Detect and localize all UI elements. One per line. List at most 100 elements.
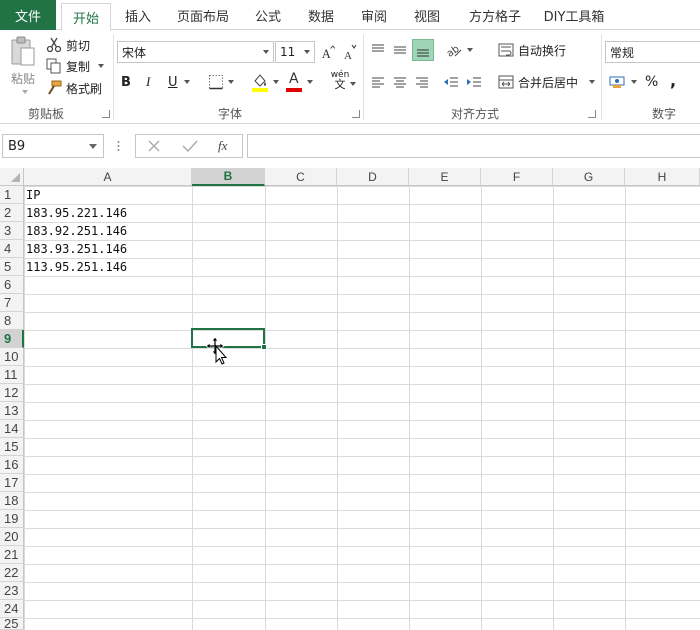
row-header-15[interactable]: 15 (0, 438, 24, 456)
font-size-combo[interactable]: 11 (275, 41, 315, 63)
cell-a1[interactable]: IP (26, 186, 40, 204)
cell-a5[interactable]: 113.95.251.146 (26, 258, 127, 276)
row-header-4[interactable]: 4 (0, 240, 24, 258)
fill-color-button[interactable] (251, 71, 279, 93)
cell-a3[interactable]: 183.92.251.146 (26, 222, 127, 240)
tab-diy-toolbox[interactable]: DIY工具箱 (540, 0, 608, 30)
row-header-19[interactable]: 19 (0, 510, 24, 528)
column-header-e[interactable]: E (409, 168, 481, 186)
align-middle-button[interactable] (392, 41, 410, 59)
tab-insert[interactable]: 插入 (115, 0, 161, 30)
row-header-13[interactable]: 13 (0, 402, 24, 420)
confirm-entry-icon[interactable] (182, 139, 198, 156)
font-color-button[interactable]: A (285, 71, 315, 93)
gridline (24, 420, 700, 421)
tab-view[interactable]: 视图 (407, 0, 447, 30)
border-button[interactable] (208, 73, 234, 91)
row-header-3[interactable]: 3 (0, 222, 24, 240)
chevron-down-icon (307, 80, 313, 84)
row-header-1[interactable]: 1 (0, 186, 24, 204)
orientation-button[interactable]: ab (445, 40, 473, 60)
align-left-button[interactable] (370, 73, 388, 91)
row-header-25[interactable]: 25 (0, 616, 24, 630)
formula-bar-grip-icon[interactable] (117, 139, 120, 153)
row-header-16[interactable]: 16 (0, 456, 24, 474)
tab-data[interactable]: 数据 (301, 0, 341, 30)
row-header-6[interactable]: 6 (0, 276, 24, 294)
percent-style-button[interactable]: % (645, 73, 661, 91)
align-center-button[interactable] (392, 73, 410, 91)
name-box-value: B9 (8, 138, 26, 154)
alignment-launcher-icon[interactable] (588, 110, 596, 118)
merge-cells-icon (498, 75, 514, 89)
column-header-b[interactable]: B (192, 168, 265, 186)
decrease-indent-button[interactable] (443, 73, 461, 91)
row-header-8[interactable]: 8 (0, 312, 24, 330)
formula-input[interactable] (247, 134, 700, 158)
row-header-17[interactable]: 17 (0, 474, 24, 492)
merge-center-button[interactable]: 合并后居中 (498, 72, 595, 92)
comma-style-button[interactable]: , (670, 71, 680, 90)
row-header-14[interactable]: 14 (0, 420, 24, 438)
select-all-button[interactable] (0, 168, 24, 186)
gridline (24, 600, 700, 601)
paste-icon (11, 36, 35, 66)
increase-font-button[interactable]: A (321, 43, 335, 61)
active-cell-b9[interactable] (191, 328, 267, 350)
underline-button[interactable]: U (168, 73, 190, 91)
align-top-button[interactable] (370, 41, 388, 59)
format-painter-button[interactable]: 格式刷 (46, 79, 102, 97)
align-center-icon (394, 77, 406, 88)
number-format-combo[interactable]: 常规 (605, 41, 700, 63)
row-header-21[interactable]: 21 (0, 546, 24, 564)
row-header-7[interactable]: 7 (0, 294, 24, 312)
align-right-button[interactable] (414, 73, 432, 91)
cancel-entry-icon[interactable] (147, 139, 161, 156)
row-header-23[interactable]: 23 (0, 582, 24, 600)
column-header-c[interactable]: C (265, 168, 337, 186)
font-launcher-icon[interactable] (352, 110, 360, 118)
tab-formulas[interactable]: 公式 (248, 0, 288, 30)
format-painter-icon (48, 80, 62, 95)
wrap-text-button[interactable]: 自动换行 (498, 40, 566, 60)
cut-button[interactable]: 剪切 (46, 36, 90, 54)
copy-button[interactable]: 复制 (46, 57, 104, 75)
align-bottom-button[interactable] (412, 39, 434, 61)
column-header-h[interactable]: H (625, 168, 700, 186)
row-header-10[interactable]: 10 (0, 348, 24, 366)
bold-button[interactable]: B (121, 73, 137, 91)
fill-handle[interactable] (261, 344, 267, 350)
italic-button[interactable]: I (146, 73, 162, 91)
decrease-font-button[interactable]: A (343, 43, 357, 61)
row-header-22[interactable]: 22 (0, 564, 24, 582)
number-group-label: 数字 (652, 107, 677, 121)
tab-home[interactable]: 开始 (61, 3, 111, 31)
column-header-d[interactable]: D (337, 168, 409, 186)
row-header-11[interactable]: 11 (0, 366, 24, 384)
cell-a2[interactable]: 183.95.221.146 (26, 204, 127, 222)
tab-review[interactable]: 审阅 (354, 0, 394, 30)
clipboard-launcher-icon[interactable] (102, 110, 110, 118)
font-color-letter: A (289, 71, 299, 87)
tab-fangfang[interactable]: 方方格子 (462, 0, 528, 30)
tab-file[interactable]: 文件 (0, 0, 56, 31)
row-header-18[interactable]: 18 (0, 492, 24, 510)
insert-function-button[interactable]: fx (218, 138, 227, 154)
name-box[interactable]: B9 (2, 134, 104, 158)
column-header-a[interactable]: A (24, 168, 192, 186)
svg-text:A: A (322, 47, 331, 61)
paste-button[interactable]: 粘贴 (6, 36, 40, 98)
row-header-2[interactable]: 2 (0, 204, 24, 222)
row-header-5[interactable]: 5 (0, 258, 24, 276)
font-name-combo[interactable]: 宋体 (117, 41, 274, 63)
column-header-f[interactable]: F (481, 168, 553, 186)
cell-a4[interactable]: 183.93.251.146 (26, 240, 127, 258)
phonetic-guide-button[interactable]: wén 文 (326, 70, 356, 94)
tab-page-layout[interactable]: 页面布局 (172, 0, 234, 30)
currency-format-button[interactable] (609, 72, 637, 92)
column-header-g[interactable]: G (553, 168, 625, 186)
row-header-12[interactable]: 12 (0, 384, 24, 402)
row-header-9[interactable]: 9 (0, 330, 24, 348)
increase-indent-button[interactable] (466, 73, 484, 91)
row-header-20[interactable]: 20 (0, 528, 24, 546)
